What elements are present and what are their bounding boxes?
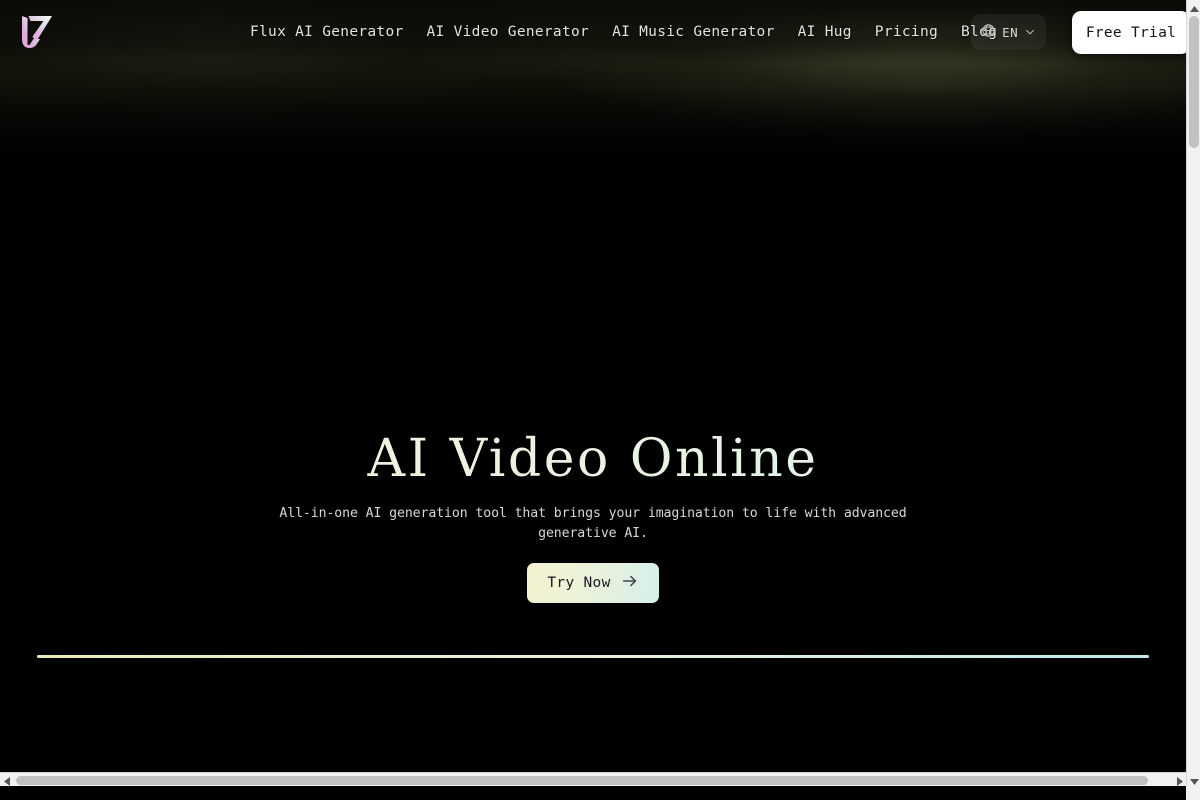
- vertical-scrollbar[interactable]: [1186, 0, 1200, 786]
- horizontal-scrollbar-thumb[interactable]: [16, 776, 1148, 785]
- main-navigation: Flux AI Generator AI Video Generator AI …: [250, 0, 997, 64]
- try-now-button[interactable]: Try Now: [527, 562, 659, 603]
- try-now-label: Try Now: [547, 574, 611, 591]
- chevron-down-icon: [1024, 23, 1036, 42]
- triangle-down-icon[interactable]: [1187, 772, 1200, 786]
- play-triangle-logo-icon[interactable]: [16, 12, 58, 52]
- browser-viewport: Flux AI Generator AI Video Generator AI …: [0, 0, 1186, 786]
- triangle-up-icon[interactable]: [1187, 0, 1200, 14]
- horizontal-scrollbar[interactable]: [0, 772, 1186, 786]
- nav-item-ai-hug[interactable]: AI Hug: [798, 24, 852, 40]
- language-selector[interactable]: EN: [971, 14, 1046, 50]
- hero-cta-container: Try Now: [0, 562, 1186, 603]
- triangle-left-icon[interactable]: [0, 773, 14, 786]
- nav-item-ai-music-generator[interactable]: AI Music Generator: [612, 24, 775, 40]
- site-header: Flux AI Generator AI Video Generator AI …: [0, 0, 1186, 64]
- hero-subtitle: All-in-one AI generation tool that bring…: [279, 505, 907, 541]
- nav-item-flux-ai-generator[interactable]: Flux AI Generator: [250, 24, 404, 40]
- free-trial-button[interactable]: Free Trial: [1072, 11, 1186, 54]
- scrollbar-corner: [1186, 786, 1200, 800]
- hero-section: AI Video Online All-in-one AI generation…: [0, 429, 1186, 603]
- gradient-divider: [37, 655, 1149, 658]
- language-code-label: EN: [1002, 24, 1018, 40]
- nav-item-ai-video-generator[interactable]: AI Video Generator: [427, 24, 590, 40]
- vertical-scrollbar-thumb[interactable]: [1189, 16, 1199, 148]
- nav-item-pricing[interactable]: Pricing: [875, 24, 938, 40]
- globe-icon: [981, 23, 996, 42]
- page-root: Flux AI Generator AI Video Generator AI …: [0, 0, 1200, 800]
- triangle-right-icon[interactable]: [1172, 773, 1186, 786]
- arrow-right-icon: [621, 572, 639, 594]
- page-title: AI Video Online: [0, 429, 1186, 490]
